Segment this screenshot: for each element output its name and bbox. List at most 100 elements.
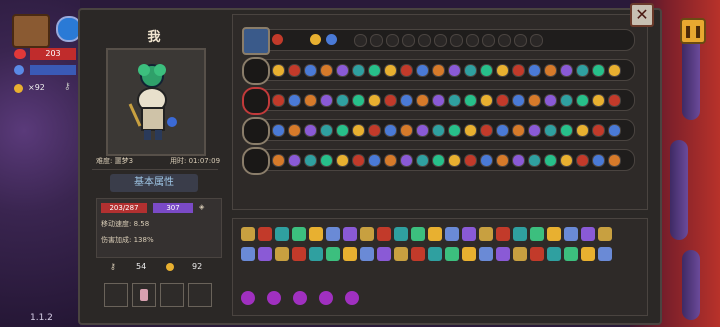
upgrade-slot-icon[interactable] — [530, 34, 543, 47]
bag-item-icon[interactable] — [326, 247, 340, 261]
weapon-row-4[interactable] — [242, 117, 635, 145]
weapon-row-1[interactable] — [242, 27, 635, 55]
upgrade-slot-icon[interactable] — [544, 64, 557, 77]
upgrade-slot-icon[interactable] — [544, 124, 557, 137]
bag-item-icon[interactable] — [479, 227, 493, 241]
upgrade-slot-icon[interactable] — [464, 154, 477, 167]
upgrade-slot-icon[interactable] — [496, 124, 509, 137]
upgrade-slot-icon[interactable] — [544, 94, 557, 107]
upgrade-slot-icon[interactable] — [352, 94, 365, 107]
upgrade-slot-icon[interactable] — [288, 94, 301, 107]
upgrade-slot-icon[interactable] — [368, 154, 381, 167]
bag-item-icon[interactable] — [411, 247, 425, 261]
upgrade-slot-icon[interactable] — [480, 154, 493, 167]
upgrade-slot-icon[interactable] — [544, 154, 557, 167]
bag-item-icon[interactable] — [581, 247, 595, 261]
upgrade-slot-icon[interactable] — [272, 64, 285, 77]
bag-item-icon[interactable] — [445, 227, 459, 241]
bag-item-icon[interactable] — [394, 227, 408, 241]
upgrade-slot-icon[interactable] — [434, 34, 447, 47]
upgrade-slot-icon[interactable] — [432, 64, 445, 77]
equipment-slot[interactable] — [188, 283, 212, 307]
upgrade-slot-icon[interactable] — [480, 64, 493, 77]
upgrade-slot-icon[interactable] — [432, 154, 445, 167]
upgrade-slot-icon[interactable] — [512, 154, 525, 167]
upgrade-slot-icon[interactable] — [464, 64, 477, 77]
upgrade-slot-icon[interactable] — [608, 94, 621, 107]
weapon-row-3[interactable] — [242, 87, 635, 115]
bag-item-icon[interactable] — [530, 227, 544, 241]
bag-item-icon[interactable] — [581, 227, 595, 241]
bag-item-icon[interactable] — [326, 227, 340, 241]
upgrade-slot-icon[interactable] — [496, 94, 509, 107]
chest-icon[interactable] — [12, 14, 50, 48]
close-button[interactable]: ✕ — [630, 3, 654, 27]
upgrade-slot-icon[interactable] — [304, 124, 317, 137]
upgrade-slot-icon[interactable] — [304, 94, 317, 107]
upgrade-slot-icon[interactable] — [432, 94, 445, 107]
upgrade-slot-icon[interactable] — [272, 154, 285, 167]
bag-item-icon[interactable] — [241, 247, 255, 261]
bag-item-icon[interactable] — [377, 247, 391, 261]
upgrade-slot-icon[interactable] — [320, 64, 333, 77]
curse-item-icon[interactable] — [293, 291, 307, 305]
equipment-slot[interactable] — [160, 283, 184, 307]
basic-attributes-tab[interactable]: 基本属性 — [110, 174, 198, 192]
upgrade-slot-icon[interactable] — [592, 154, 605, 167]
bag-item-icon[interactable] — [343, 247, 357, 261]
bag-item-icon[interactable] — [275, 227, 289, 241]
upgrade-slot-icon[interactable] — [464, 124, 477, 137]
upgrade-slot-icon[interactable] — [384, 154, 397, 167]
bag-item-icon[interactable] — [428, 247, 442, 261]
upgrade-slot-icon[interactable] — [288, 154, 301, 167]
curse-item-icon[interactable] — [267, 291, 281, 305]
upgrade-slot-icon[interactable] — [498, 34, 511, 47]
upgrade-slot-icon[interactable] — [368, 94, 381, 107]
upgrade-slot-icon[interactable] — [496, 64, 509, 77]
upgrade-slot-icon[interactable] — [528, 64, 541, 77]
bag-item-icon[interactable] — [462, 227, 476, 241]
upgrade-slot-icon[interactable] — [576, 154, 589, 167]
bag-item-icon[interactable] — [377, 227, 391, 241]
bag-item-icon[interactable] — [564, 247, 578, 261]
upgrade-slot-icon[interactable] — [320, 94, 333, 107]
weapon-row-2[interactable] — [242, 57, 635, 85]
upgrade-slot-icon[interactable] — [336, 64, 349, 77]
upgrade-slot-icon[interactable] — [272, 124, 285, 137]
upgrade-slot-icon[interactable] — [352, 124, 365, 137]
bag-item-icon[interactable] — [598, 247, 612, 261]
upgrade-slot-icon[interactable] — [482, 34, 495, 47]
upgrade-slot-icon[interactable] — [384, 124, 397, 137]
upgrade-slot-icon[interactable] — [448, 64, 461, 77]
bag-item-icon[interactable] — [360, 247, 374, 261]
curse-item-icon[interactable] — [241, 291, 255, 305]
upgrade-slot-icon[interactable] — [354, 34, 367, 47]
upgrade-slot-icon[interactable] — [416, 154, 429, 167]
upgrade-slot-icon[interactable] — [418, 34, 431, 47]
upgrade-slot-icon[interactable] — [400, 64, 413, 77]
upgrade-slot-icon[interactable] — [560, 64, 573, 77]
equipment-slot[interactable] — [104, 283, 128, 307]
upgrade-slot-icon[interactable] — [304, 64, 317, 77]
curse-item-icon[interactable] — [319, 291, 333, 305]
upgrade-slot-icon[interactable] — [512, 94, 525, 107]
upgrade-slot-icon[interactable] — [336, 124, 349, 137]
upgrade-slot-icon[interactable] — [480, 94, 493, 107]
bag-item-icon[interactable] — [530, 247, 544, 261]
upgrade-slot-icon[interactable] — [592, 64, 605, 77]
upgrade-slot-icon[interactable] — [464, 94, 477, 107]
bag-item-icon[interactable] — [360, 227, 374, 241]
upgrade-slot-icon[interactable] — [560, 124, 573, 137]
upgrade-slot-icon[interactable] — [608, 64, 621, 77]
upgrade-slot-icon[interactable] — [608, 154, 621, 167]
upgrade-slot-icon[interactable] — [416, 64, 429, 77]
bag-item-icon[interactable] — [309, 227, 323, 241]
upgrade-slot-icon[interactable] — [370, 34, 383, 47]
upgrade-slot-icon[interactable] — [288, 124, 301, 137]
curse-item-icon[interactable] — [345, 291, 359, 305]
pause-button[interactable]: ❚❚ — [680, 18, 706, 44]
upgrade-slot-icon[interactable] — [560, 154, 573, 167]
bag-item-icon[interactable] — [241, 227, 255, 241]
upgrade-slot-icon[interactable] — [512, 64, 525, 77]
upgrade-slot-icon[interactable] — [288, 64, 301, 77]
